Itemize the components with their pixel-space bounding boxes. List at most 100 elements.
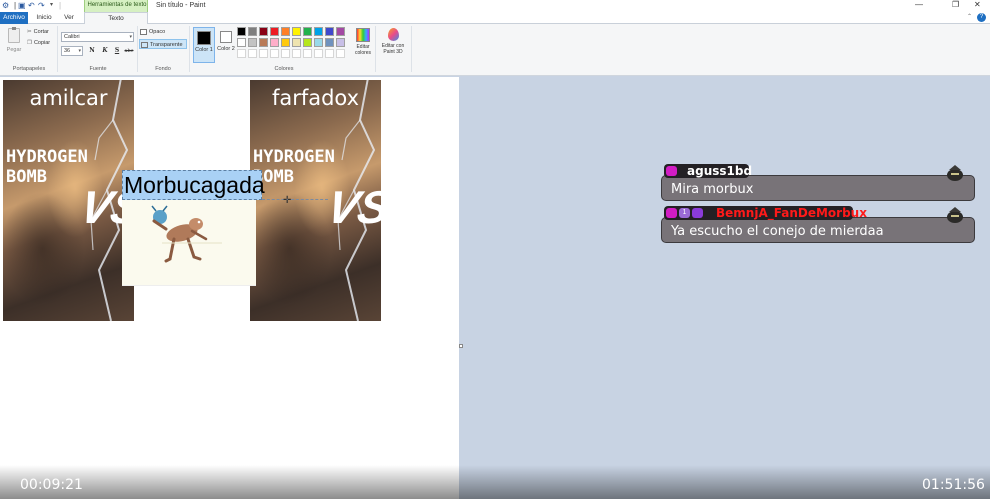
- custom-color-slot[interactable]: [325, 49, 334, 58]
- cut-button[interactable]: ✂ Cortar: [27, 28, 49, 37]
- palette-swatch[interactable]: [292, 38, 301, 47]
- restore-icon[interactable]: ❐: [952, 0, 959, 9]
- chat-message-text: Ya escucho el conejo de mierdaa: [671, 224, 884, 239]
- chevron-down-icon: ▾: [129, 34, 132, 40]
- save-icon[interactable]: ▣: [18, 1, 26, 10]
- palette-swatch[interactable]: [336, 27, 345, 36]
- palette-swatch[interactable]: [281, 27, 290, 36]
- font-family-value: Calibri: [64, 34, 80, 40]
- palette-swatch[interactable]: [248, 38, 257, 47]
- ribbon: Pegar ✂ Cortar ❐ Copiar Portapapeles Calib…: [0, 24, 990, 76]
- palette-swatch[interactable]: [281, 38, 290, 47]
- drawing-canvas[interactable]: amilcar HYDROGEN BOMB VS farfadox HYDROG…: [0, 77, 459, 499]
- palette-swatch[interactable]: [336, 38, 345, 47]
- transparent-option[interactable]: Transparente: [139, 39, 187, 49]
- edit-colors-button[interactable]: Editar colores: [352, 27, 374, 63]
- subscriber-badge-icon: 1: [679, 208, 690, 218]
- custom-color-slot[interactable]: [336, 49, 345, 58]
- divider: [57, 26, 58, 72]
- custom-color-slot[interactable]: [314, 49, 323, 58]
- font-family-select[interactable]: Calibri ▾: [61, 32, 134, 42]
- chevron-down-icon: ▾: [78, 48, 81, 54]
- custom-color-slot[interactable]: [281, 49, 290, 58]
- palette-swatch[interactable]: [259, 38, 268, 47]
- vip-badge-icon: [692, 208, 703, 218]
- bold-button[interactable]: N: [87, 46, 97, 56]
- custom-color-slot[interactable]: [259, 49, 268, 58]
- divider: [189, 26, 190, 72]
- tab-home[interactable]: Inicio: [32, 12, 56, 24]
- colors-group-label: Colores: [274, 66, 294, 72]
- video-overlay: 00:09:21 01:51:56: [0, 465, 990, 499]
- palette-swatch[interactable]: [325, 38, 334, 47]
- divider: |: [59, 1, 62, 10]
- color2-label: Color 2: [217, 46, 235, 52]
- window-title: Sin título - Paint: [156, 2, 206, 9]
- divider: |: [14, 1, 17, 10]
- clipboard-group-label: Portapapeles: [12, 66, 46, 72]
- font-size-value: 36: [64, 48, 71, 54]
- creature-illustration: [151, 205, 222, 263]
- palette-swatch[interactable]: [292, 27, 301, 36]
- text-input-box[interactable]: Morbucagada: [122, 170, 265, 200]
- canvas-resize-handle[interactable]: [459, 344, 463, 348]
- font-size-select[interactable]: 36 ▾: [61, 46, 83, 56]
- help-icon[interactable]: ?: [977, 13, 986, 22]
- palette-swatch[interactable]: [237, 38, 246, 47]
- background-group-label: Fondo: [155, 66, 171, 72]
- vs-label: VS: [322, 181, 381, 233]
- chat-message-text: Mira morbux: [671, 182, 754, 197]
- palette-swatch[interactable]: [237, 27, 246, 36]
- bomb-title-line2: BOMB: [6, 167, 47, 187]
- color1-swatch: [197, 31, 211, 45]
- fighter-name: amilcar: [29, 86, 108, 110]
- color2-button[interactable]: Color 2: [217, 27, 235, 63]
- divider: [137, 26, 138, 72]
- close-icon[interactable]: ✕: [974, 0, 981, 9]
- ninja-avatar-icon: [947, 207, 963, 223]
- collapse-ribbon-icon[interactable]: ⌃: [967, 13, 972, 20]
- total-duration: 01:51:56: [922, 477, 985, 493]
- tab-file[interactable]: Archivo: [0, 12, 28, 24]
- customize-qa-icon[interactable]: ▾: [50, 1, 53, 8]
- palette-swatch[interactable]: [259, 27, 268, 36]
- tab-view[interactable]: Ver: [58, 12, 80, 24]
- custom-color-slot[interactable]: [270, 49, 279, 58]
- paint3d-label: Editar con Paint 3D: [381, 43, 405, 55]
- palette-swatch[interactable]: [314, 27, 323, 36]
- left-fighter-card: amilcar HYDROGEN BOMB VS: [3, 80, 134, 321]
- italic-button[interactable]: K: [100, 46, 110, 56]
- divider: [411, 26, 412, 72]
- font-group-label: Fuente: [89, 66, 107, 72]
- palette-swatch[interactable]: [303, 38, 312, 47]
- palette-swatch[interactable]: [270, 38, 279, 47]
- palette-swatch[interactable]: [270, 27, 279, 36]
- edit-colors-label: Editar colores: [354, 44, 372, 56]
- transparent-label: Transparente: [150, 42, 183, 48]
- custom-color-slot[interactable]: [292, 49, 301, 58]
- copy-button[interactable]: ❐ Copiar: [27, 39, 50, 48]
- palette-swatch[interactable]: [314, 38, 323, 47]
- clipboard-icon: [8, 27, 20, 43]
- custom-color-slot[interactable]: [237, 49, 246, 58]
- palette-swatch[interactable]: [248, 27, 257, 36]
- redo-icon[interactable]: ↷: [38, 1, 45, 10]
- bomb-title-line1: HYDROGEN: [253, 147, 335, 167]
- opaque-option[interactable]: Opaco: [139, 27, 187, 37]
- color1-button[interactable]: Color 1: [193, 27, 215, 63]
- paste-button[interactable]: Pegar: [4, 27, 24, 59]
- undo-icon[interactable]: ↶: [28, 1, 35, 10]
- chat-user-tag: 1 BemnjA_FanDeMorbux: [664, 206, 867, 220]
- chat-user-tag: aguss1bd: [664, 164, 752, 178]
- transparent-icon: [141, 42, 148, 48]
- palette-swatch[interactable]: [303, 27, 312, 36]
- paint-app-icon: ⚙: [2, 1, 10, 10]
- strikethrough-button[interactable]: abc: [123, 46, 135, 56]
- underline-button[interactable]: S: [112, 46, 122, 56]
- color-palette: [237, 27, 351, 63]
- custom-color-slot[interactable]: [248, 49, 257, 58]
- custom-color-slot[interactable]: [303, 49, 312, 58]
- palette-swatch[interactable]: [325, 27, 334, 36]
- minimize-icon[interactable]: —: [915, 0, 923, 9]
- edit-with-paint3d-button[interactable]: Editar con Paint 3D: [378, 27, 408, 63]
